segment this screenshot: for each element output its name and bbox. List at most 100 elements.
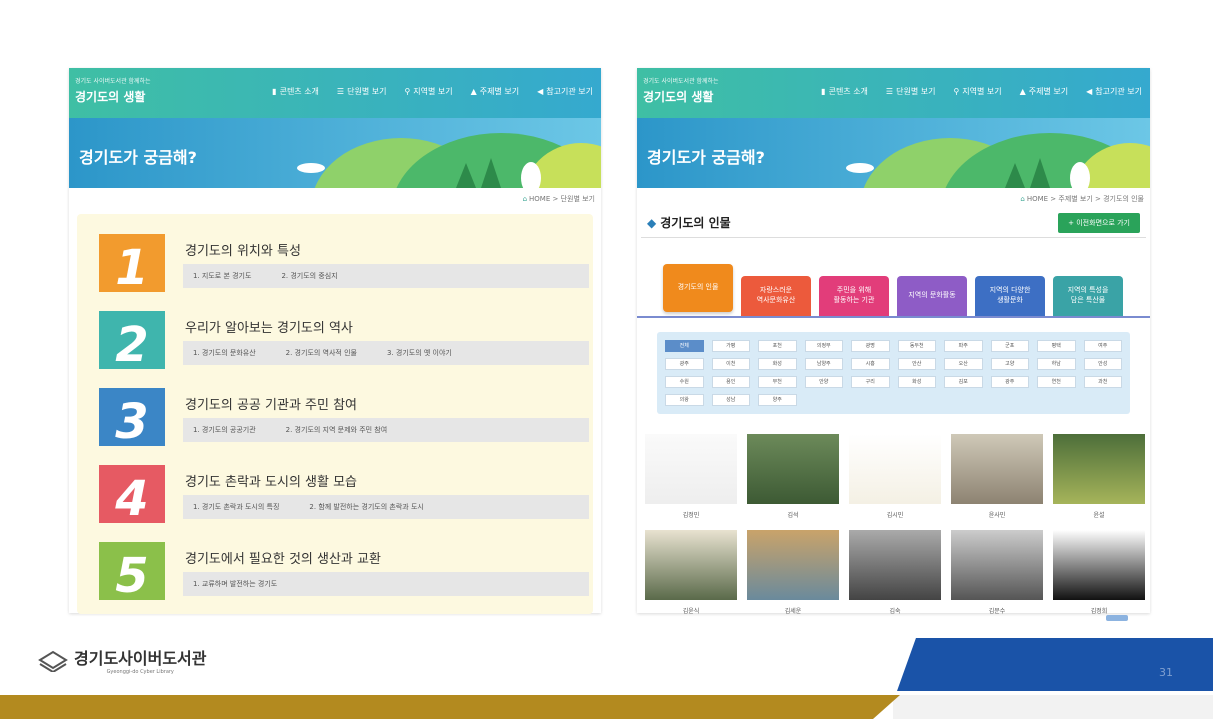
site-logo[interactable]: 경기도의 생활 [643,88,713,105]
topic-tab[interactable]: 지역의 다양한 생활문화 [975,276,1045,316]
nav-unit[interactable]: ☰ 단원별 보기 [337,86,387,97]
region-chip[interactable]: 안양 [804,376,843,388]
region-chip[interactable]: 평택 [1037,340,1076,352]
region-chip[interactable]: 안산 [897,358,936,370]
unit-item[interactable]: 5 경기도에서 필요한 것의 생산과 교환 1. 교류하며 발전하는 경기도 [99,542,589,619]
person-card[interactable]: 윤설 [1053,434,1145,520]
region-chip[interactable]: 과천 [1083,376,1122,388]
person-name[interactable]: 김석 [747,510,839,520]
person-thumbnail[interactable] [951,434,1043,504]
region-chip[interactable]: 화성 [897,376,936,388]
nav-reference[interactable]: ◀ 참고기관 보기 [1086,86,1142,97]
person-thumbnail[interactable] [1053,434,1145,504]
region-chip[interactable]: 광주 [665,358,704,370]
person-card[interactable]: 김세운 [747,530,839,616]
region-chip[interactable]: 여주 [1083,340,1122,352]
region-chip[interactable]: 용인 [711,376,750,388]
unit-item[interactable]: 4 경기도 촌락과 도시의 생활 모습 1. 경기도 촌락과 도시의 특징 2. 함께… [99,465,589,542]
topic-tab[interactable]: 지역의 문화활동 [897,276,967,316]
person-thumbnail[interactable] [849,530,941,600]
region-chip[interactable]: 고양 [990,358,1029,370]
nav-intro[interactable]: ▮ 콘텐츠 소개 [821,86,868,97]
person-thumbnail[interactable] [951,530,1043,600]
nav-topic[interactable]: ▲ 주제별 보기 [471,86,520,97]
region-chip[interactable]: 의정부 [804,340,843,352]
region-chip[interactable]: 김포 [944,376,983,388]
person-thumbnail[interactable] [747,530,839,600]
region-chip[interactable]: 수원 [665,376,704,388]
region-chip[interactable]: 의왕 [665,394,704,406]
unit-title[interactable]: 경기도에서 필요한 것의 생산과 교환 [185,548,381,567]
person-name[interactable]: 김문수 [951,606,1043,616]
person-thumbnail[interactable] [645,530,737,600]
person-card[interactable]: 김시민 [849,434,941,520]
nav-region[interactable]: ⚲ 지역별 보기 [953,86,1001,97]
region-chip[interactable]: 연천 [1037,376,1076,388]
person-name[interactable]: 김윤식 [645,606,737,616]
unit-title[interactable]: 경기도의 위치와 특성 [185,240,301,259]
nav-region[interactable]: ⚲ 지역별 보기 [404,86,452,97]
person-card[interactable]: 김문수 [951,530,1043,616]
topic-tab[interactable]: 경기도의 인물 [663,264,733,312]
person-thumbnail[interactable] [747,434,839,504]
person-name[interactable]: 김정희 [1053,606,1145,616]
person-thumbnail[interactable] [849,434,941,504]
region-chip[interactable]: 군포 [990,340,1029,352]
topic-tab[interactable]: 지역의 특성을 담은 특산물 [1053,276,1123,316]
nav-reference[interactable]: ◀ 참고기관 보기 [537,86,593,97]
back-button[interactable]: + 이전화면으로 가기 [1058,212,1140,233]
unit-sublink[interactable]: 2. 함께 발전하는 경기도의 촌락과 도시 [309,502,423,512]
person-card[interactable]: 김윤식 [645,530,737,616]
unit-title[interactable]: 우리가 알아보는 경기도의 역사 [185,317,353,336]
unit-sublink[interactable]: 2. 경기도의 역사적 인물 [286,348,357,358]
region-chip[interactable]: 전체 [665,340,704,352]
person-card[interactable]: 김석 [747,434,839,520]
region-chip[interactable]: 남양주 [804,358,843,370]
unit-sublink[interactable]: 2. 경기도의 중심지 [281,271,337,281]
unit-sublink[interactable]: 1. 경기도의 문화유산 [193,348,256,358]
region-chip[interactable]: 광주 [990,376,1029,388]
unit-title[interactable]: 경기도의 공공 기관과 주민 참여 [185,394,357,413]
pagination-bar[interactable] [1106,615,1128,621]
unit-sublink[interactable]: 2. 경기도의 지역 문제와 주민 참여 [286,425,388,435]
unit-item[interactable]: 3 경기도의 공공 기관과 주민 참여 1. 경기도의 공공기관 2. 경기도의 지역… [99,388,589,465]
unit-sublink[interactable]: 1. 교류하며 발전하는 경기도 [193,579,277,589]
region-chip[interactable]: 화성 [758,358,797,370]
unit-sublink[interactable]: 3. 경기도의 옛 이야기 [387,348,452,358]
region-chip[interactable]: 오산 [944,358,983,370]
nav-intro[interactable]: ▮ 콘텐츠 소개 [272,86,319,97]
topic-tab[interactable]: 주민을 위해 활동하는 기관 [819,276,889,316]
person-card[interactable]: 윤사민 [951,434,1043,520]
nav-topic[interactable]: ▲ 주제별 보기 [1020,86,1069,97]
region-chip[interactable]: 가평 [711,340,750,352]
region-chip[interactable]: 부천 [758,376,797,388]
person-name[interactable]: 김숙 [849,606,941,616]
region-chip[interactable]: 파주 [944,340,983,352]
nav-unit[interactable]: ☰ 단원별 보기 [886,86,936,97]
person-name[interactable]: 김정민 [645,510,737,520]
region-chip[interactable]: 하남 [1037,358,1076,370]
unit-title[interactable]: 경기도 촌락과 도시의 생활 모습 [185,471,357,490]
unit-sublink[interactable]: 1. 경기도의 공공기관 [193,425,256,435]
person-name[interactable]: 윤설 [1053,510,1145,520]
person-card[interactable]: 김정희 [1053,530,1145,616]
region-chip[interactable]: 광명 [851,340,890,352]
unit-sublink[interactable]: 1. 지도로 본 경기도 [193,271,251,281]
region-chip[interactable]: 동두천 [897,340,936,352]
site-logo[interactable]: 경기도의 생활 [75,88,145,105]
unit-item[interactable]: 2 우리가 알아보는 경기도의 역사 1. 경기도의 문화유산 2. 경기도의 역사적… [99,311,589,388]
breadcrumb-text[interactable]: HOME > 주제별 보기 > 경기도의 인물 [1027,195,1144,203]
person-name[interactable]: 김시민 [849,510,941,520]
topic-tab[interactable]: 자랑스러운 역사문화유산 [741,276,811,316]
region-chip[interactable]: 구리 [851,376,890,388]
region-chip[interactable]: 양주 [758,394,797,406]
person-card[interactable]: 김숙 [849,530,941,616]
region-chip[interactable]: 포천 [758,340,797,352]
unit-sublink[interactable]: 1. 경기도 촌락과 도시의 특징 [193,502,279,512]
region-chip[interactable]: 시흥 [851,358,890,370]
region-chip[interactable]: 성남 [711,394,750,406]
breadcrumb-text[interactable]: HOME > 단원별 보기 [529,195,595,203]
person-name[interactable]: 윤사민 [951,510,1043,520]
person-card[interactable]: 김정민 [645,434,737,520]
person-thumbnail[interactable] [1053,530,1145,600]
